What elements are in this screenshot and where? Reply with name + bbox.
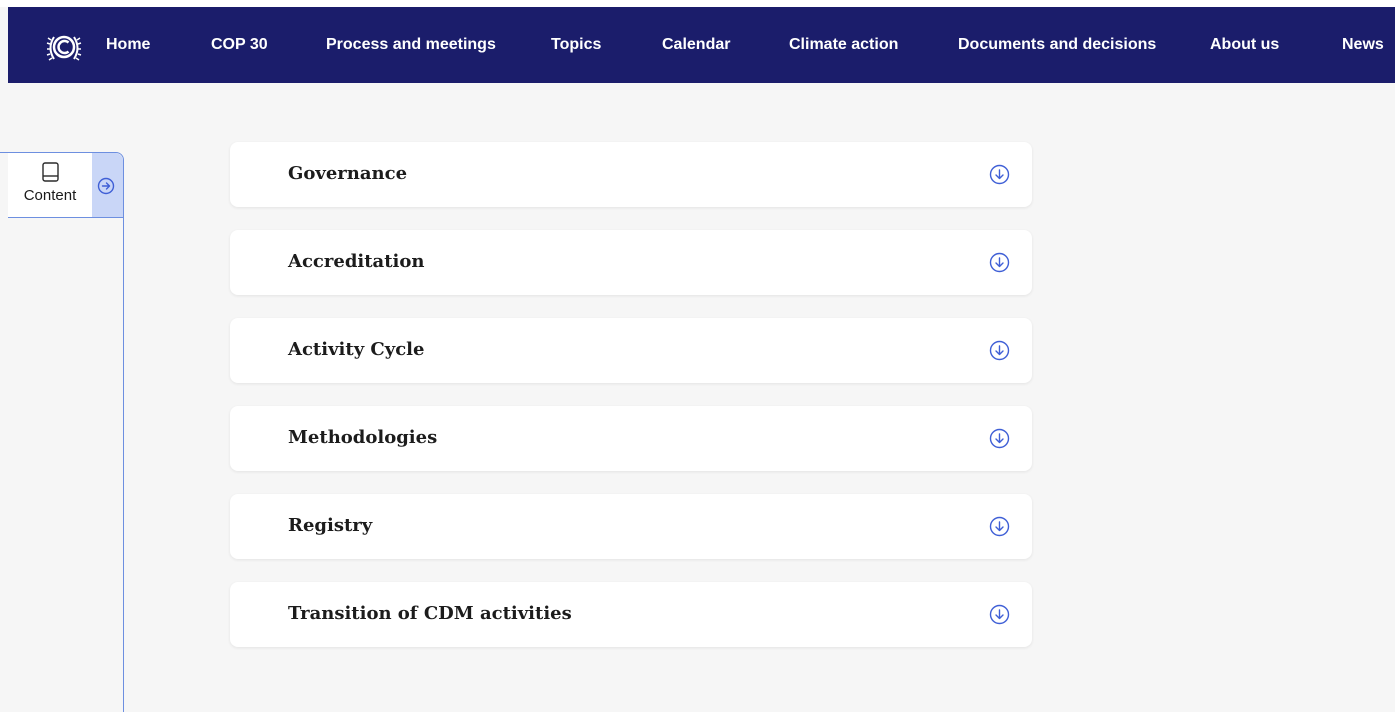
main-navbar: Home COP 30 Process and meetings Topics … [8, 7, 1395, 83]
book-icon [42, 162, 59, 182]
arrow-down-circle-icon[interactable] [989, 428, 1010, 449]
content-side-panel: Content [0, 152, 124, 712]
content-tab[interactable]: Content [8, 153, 92, 218]
accordion-title: Accreditation [288, 251, 425, 272]
accordion-item-governance[interactable]: Governance [230, 142, 1032, 207]
nav-topics[interactable]: Topics [551, 7, 601, 83]
accordion-item-registry[interactable]: Registry [230, 494, 1032, 559]
nav-about-us[interactable]: About us [1210, 7, 1279, 83]
arrow-down-circle-icon[interactable] [989, 340, 1010, 361]
accordion-item-transition-of-cdm-activities[interactable]: Transition of CDM activities [230, 582, 1032, 647]
arrow-down-circle-icon[interactable] [989, 252, 1010, 273]
nav-cop30[interactable]: COP 30 [211, 7, 268, 83]
arrow-down-circle-icon[interactable] [989, 164, 1010, 185]
accordion-title: Governance [288, 163, 408, 184]
content-tab-label: Content [23, 187, 77, 204]
arrow-down-circle-icon[interactable] [989, 604, 1010, 625]
unfccc-emblem-icon[interactable] [46, 31, 82, 65]
nav-news[interactable]: News [1342, 7, 1384, 83]
nav-calendar[interactable]: Calendar [662, 7, 730, 83]
accordion-title: Transition of CDM activities [288, 603, 572, 624]
side-panel-toggle-button[interactable] [92, 153, 123, 218]
accordion-title: Activity Cycle [288, 339, 425, 360]
nav-home[interactable]: Home [106, 7, 150, 83]
accordion-item-methodologies[interactable]: Methodologies [230, 406, 1032, 471]
accordion-title: Registry [288, 515, 373, 536]
accordion-item-accreditation[interactable]: Accreditation [230, 230, 1032, 295]
accordion-item-activity-cycle[interactable]: Activity Cycle [230, 318, 1032, 383]
nav-documents-and-decisions[interactable]: Documents and decisions [958, 7, 1156, 83]
nav-climate-action[interactable]: Climate action [789, 7, 898, 83]
arrow-down-circle-icon[interactable] [989, 516, 1010, 537]
top-strip [0, 0, 1395, 7]
arrow-right-circle-icon [97, 177, 115, 195]
accordion-title: Methodologies [288, 427, 438, 448]
nav-process-and-meetings[interactable]: Process and meetings [326, 7, 496, 83]
